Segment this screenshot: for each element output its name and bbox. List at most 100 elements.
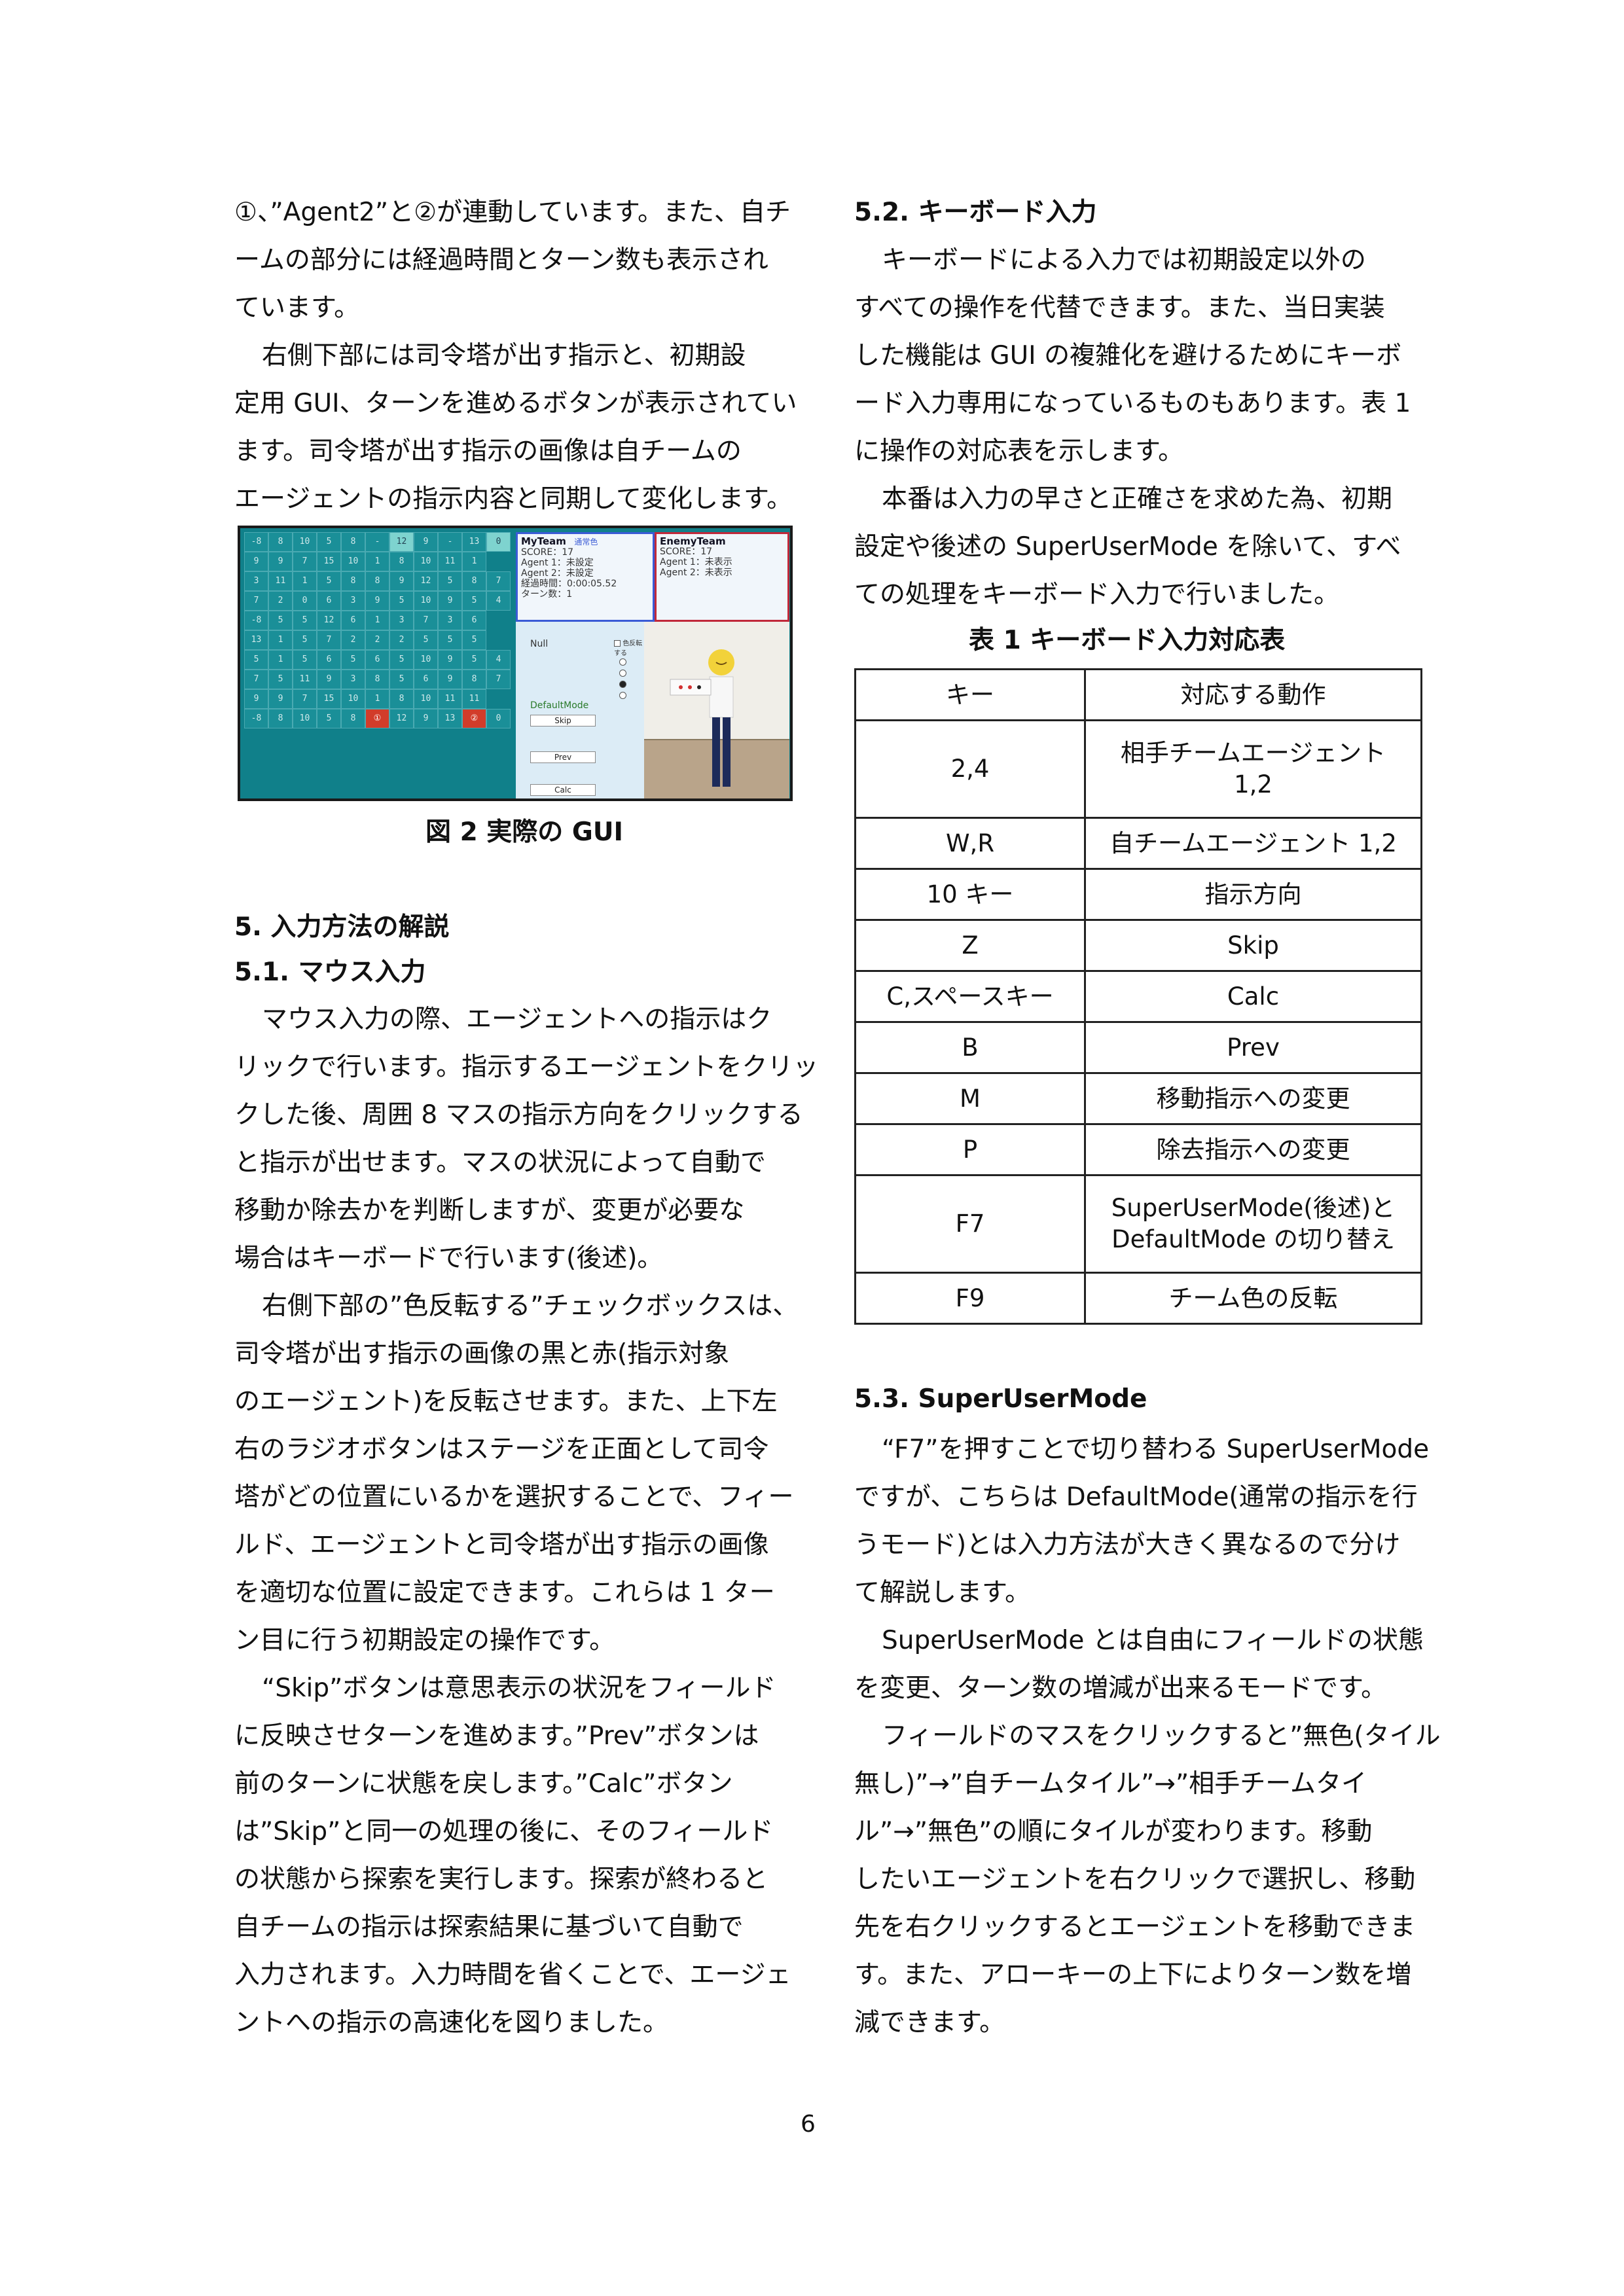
field-cell[interactable]: 7 xyxy=(244,591,268,611)
field-cell[interactable]: 7 xyxy=(486,670,511,689)
field-cell[interactable]: 5 xyxy=(293,650,317,670)
field-cell[interactable]: 5 xyxy=(341,650,365,670)
field-cell[interactable]: 2 xyxy=(268,591,293,611)
field-cell[interactable]: 5 xyxy=(389,591,414,611)
position-radio-group[interactable] xyxy=(619,658,626,699)
field-cell[interactable]: 1 xyxy=(365,611,389,630)
field-cell[interactable]: 0 xyxy=(293,591,317,611)
calc-button[interactable]: Calc xyxy=(530,784,596,796)
field-cell[interactable]: 9 xyxy=(365,591,389,611)
radio-right[interactable] xyxy=(619,681,626,688)
field-cell[interactable]: 9 xyxy=(268,689,293,709)
field-cell[interactable]: 8 xyxy=(389,552,414,571)
field-cell[interactable]: 12 xyxy=(414,571,438,591)
radio-top[interactable] xyxy=(619,658,626,666)
radio-left[interactable] xyxy=(619,670,626,677)
field-cell[interactable]: 0 xyxy=(486,709,511,728)
field-cell[interactable]: 8 xyxy=(341,571,365,591)
field-cell[interactable]: 6 xyxy=(341,611,365,630)
field-cell[interactable]: 9 xyxy=(317,670,341,689)
field-cell[interactable]: 5 xyxy=(462,650,486,670)
field-cell[interactable]: 7 xyxy=(317,630,341,650)
field-cell[interactable]: 5 xyxy=(462,591,486,611)
field-cell[interactable]: 6 xyxy=(462,611,486,630)
field-cell[interactable]: 11 xyxy=(438,689,462,709)
field-cell[interactable]: 9 xyxy=(414,532,438,552)
field-cell[interactable]: 10 xyxy=(414,650,438,670)
field-cell[interactable]: 5 xyxy=(268,611,293,630)
field-cell[interactable]: 6 xyxy=(317,650,341,670)
field-cell[interactable]: - xyxy=(365,532,389,552)
agent-cell[interactable]: ② xyxy=(462,709,486,728)
radio-bottom[interactable] xyxy=(619,692,626,699)
field-cell[interactable]: 5 xyxy=(293,611,317,630)
field-cell[interactable]: 6 xyxy=(317,591,341,611)
field-cell[interactable]: -8 xyxy=(244,611,268,630)
field-cell[interactable]: -8 xyxy=(244,532,268,552)
field-cell[interactable]: 9 xyxy=(438,650,462,670)
field-cell[interactable]: 1 xyxy=(293,571,317,591)
field-cell[interactable]: 5 xyxy=(293,630,317,650)
field-cell[interactable]: 10 xyxy=(414,591,438,611)
field-cell[interactable]: 10 xyxy=(293,709,317,728)
field-cell[interactable]: 8 xyxy=(365,571,389,591)
field-cell[interactable]: 3 xyxy=(438,611,462,630)
field-cell[interactable]: 10 xyxy=(414,689,438,709)
field-cell[interactable]: 10 xyxy=(293,532,317,552)
field-cell[interactable]: 5 xyxy=(317,571,341,591)
field-cell[interactable]: 3 xyxy=(244,571,268,591)
field-cell[interactable]: 0 xyxy=(486,532,511,552)
field-cell[interactable]: 11 xyxy=(438,552,462,571)
field-cell[interactable]: 12 xyxy=(317,611,341,630)
field-cell[interactable]: 2 xyxy=(389,630,414,650)
field-cell[interactable]: 2 xyxy=(341,630,365,650)
field-cell[interactable]: 13 xyxy=(244,630,268,650)
field-cell[interactable]: 5 xyxy=(268,670,293,689)
field-cell[interactable]: - xyxy=(438,532,462,552)
invert-color-checkbox[interactable]: 色反転する xyxy=(614,637,644,657)
field-cell[interactable]: 10 xyxy=(341,552,365,571)
field-cell[interactable]: 7 xyxy=(486,571,511,591)
field-cell[interactable]: 12 xyxy=(389,709,414,728)
field-cell[interactable]: 8 xyxy=(268,532,293,552)
field-cell[interactable]: 12 xyxy=(389,532,414,552)
field-cell[interactable]: 8 xyxy=(365,670,389,689)
field-cell[interactable]: 5 xyxy=(462,630,486,650)
field-cell[interactable]: 9 xyxy=(438,670,462,689)
field-cell[interactable]: 4 xyxy=(486,591,511,611)
field-cell[interactable]: 5 xyxy=(317,709,341,728)
field-cell[interactable]: 1 xyxy=(268,630,293,650)
field-cell[interactable]: 9 xyxy=(414,709,438,728)
field-cell[interactable]: 9 xyxy=(244,552,268,571)
field-cell[interactable]: 5 xyxy=(389,670,414,689)
field-cell[interactable]: 15 xyxy=(317,689,341,709)
field-cell[interactable]: 5 xyxy=(438,630,462,650)
field-cell[interactable]: 13 xyxy=(462,532,486,552)
field-cell[interactable]: 8 xyxy=(462,571,486,591)
field-cell[interactable]: 4 xyxy=(486,650,511,670)
field-cell[interactable]: 5 xyxy=(389,650,414,670)
field-cell[interactable]: 11 xyxy=(293,670,317,689)
agent-cell[interactable]: ① xyxy=(365,709,389,728)
field-cell[interactable]: 6 xyxy=(365,650,389,670)
field-cell[interactable]: 1 xyxy=(462,552,486,571)
field-cell[interactable]: 9 xyxy=(438,591,462,611)
field-cell[interactable]: 8 xyxy=(341,532,365,552)
field-cell[interactable]: 7 xyxy=(414,611,438,630)
field-cell[interactable]: 2 xyxy=(365,630,389,650)
field-cell[interactable]: 1 xyxy=(365,689,389,709)
field-cell[interactable]: 9 xyxy=(268,552,293,571)
field-cell[interactable]: 8 xyxy=(341,709,365,728)
field-cell[interactable]: 5 xyxy=(244,650,268,670)
field-cell[interactable]: 9 xyxy=(244,689,268,709)
field-cell[interactable]: 3 xyxy=(341,670,365,689)
field-cell[interactable]: 3 xyxy=(341,591,365,611)
field-cell[interactable]: 15 xyxy=(317,552,341,571)
field-cell[interactable]: 9 xyxy=(389,571,414,591)
field-cell[interactable]: 6 xyxy=(414,670,438,689)
skip-button[interactable]: Skip xyxy=(530,715,596,726)
field-cell[interactable]: 5 xyxy=(317,532,341,552)
field-cell[interactable]: -8 xyxy=(244,709,268,728)
field-cell[interactable]: 5 xyxy=(414,630,438,650)
field-cell[interactable]: 8 xyxy=(389,689,414,709)
